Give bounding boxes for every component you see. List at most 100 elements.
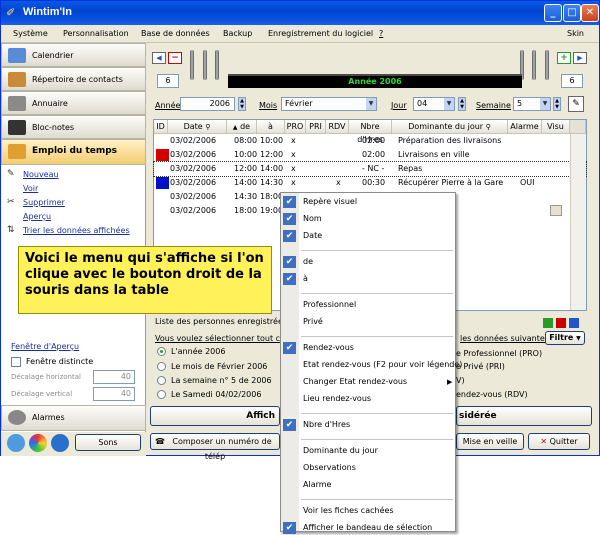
browser-icon[interactable] bbox=[29, 434, 47, 452]
nav-left-arrow-icon[interactable]: ◀ bbox=[152, 52, 166, 64]
context-menu-item[interactable]: Alarme bbox=[281, 478, 455, 492]
context-menu-item[interactable]: Etat rendez-vous (F2 pour voir légende) bbox=[281, 358, 462, 372]
table-row[interactable]: 03/02/2006 10:00 12:00 x 02:00 Livraisons en … bbox=[154, 148, 586, 162]
col-header-id[interactable]: ID bbox=[154, 120, 168, 134]
composer-button[interactable]: ☎ Composer un numéro de télép bbox=[150, 433, 280, 461]
context-menu-item[interactable]: Lieu rendez-vous bbox=[281, 392, 455, 406]
menu-backup[interactable]: Backup bbox=[223, 29, 252, 38]
add-person-icon[interactable] bbox=[543, 318, 553, 328]
year-left-number[interactable]: 6 bbox=[157, 74, 179, 88]
scrollbar-top[interactable] bbox=[570, 120, 586, 134]
context-menu-item[interactable]: ✔ à bbox=[281, 272, 455, 286]
add-icon[interactable]: + bbox=[557, 52, 571, 64]
jour-spinner[interactable]: ▲ ▼ bbox=[458, 97, 466, 111]
col-header-a[interactable]: à bbox=[257, 120, 285, 134]
action-supprimer[interactable]: Supprimer bbox=[23, 198, 65, 207]
action-nouveau[interactable]: Nouveau bbox=[23, 170, 59, 179]
nav-calendrier[interactable]: Calendrier bbox=[1, 43, 146, 67]
cell-alarme: OUI bbox=[520, 178, 535, 187]
period-radio-jour[interactable] bbox=[157, 390, 166, 399]
sons-label: Sons bbox=[98, 438, 118, 447]
context-menu-item[interactable]: ✔ Rendez-vous bbox=[281, 341, 455, 355]
semaine-spinner[interactable]: ▲ ▼ bbox=[553, 97, 561, 111]
period-radio-mois[interactable] bbox=[157, 362, 166, 371]
nav-right-arrow-icon[interactable]: ▶ bbox=[573, 52, 587, 64]
remove-person-icon[interactable] bbox=[556, 318, 566, 328]
col-header-hres[interactable]: Nbre d'Hres bbox=[349, 120, 392, 144]
context-menu-item[interactable]: ✔ Date bbox=[281, 229, 455, 243]
col-header-alarme[interactable]: Alarme bbox=[508, 120, 542, 134]
mois-value: Février bbox=[285, 99, 313, 108]
period-option-mois: Le mois de Février 2006 bbox=[171, 362, 268, 371]
col-header-pro[interactable]: PRO bbox=[285, 120, 306, 134]
table-row[interactable]: 03/02/2006 14:00 14:30 x x 00:30 Récupérer Pie… bbox=[154, 176, 586, 190]
nav-blocnotes[interactable]: Bloc-notes bbox=[1, 115, 146, 139]
nav-emploi-du-temps[interactable]: Emploi du temps bbox=[1, 139, 146, 165]
menu-systeme[interactable]: Système bbox=[13, 29, 48, 38]
annee-input[interactable]: 2006 bbox=[180, 97, 235, 111]
decalage-v-input[interactable]: 40 bbox=[93, 387, 135, 401]
context-menu-item[interactable]: ✔ Nbre d'Hres bbox=[281, 418, 455, 432]
remove-icon[interactable]: − bbox=[168, 52, 182, 64]
context-menu-item[interactable]: ✔ Afficher le bandeau de sélection bbox=[281, 521, 455, 535]
semaine-select[interactable]: 5 ▼ bbox=[513, 97, 551, 111]
filtre-button[interactable]: Filtre ▼ bbox=[545, 331, 585, 345]
col-header-date[interactable]: Date ⚲ bbox=[168, 120, 227, 134]
year-right-number[interactable]: 6 bbox=[561, 74, 583, 88]
menu-skin[interactable]: Skin bbox=[567, 29, 584, 38]
jour-select[interactable]: 04 ▼ bbox=[413, 97, 455, 111]
col-header-de[interactable]: ▲ de bbox=[227, 120, 257, 134]
filter-title: les données suivantes bbox=[460, 334, 549, 343]
maximize-button[interactable]: □ bbox=[563, 4, 581, 22]
table-row[interactable]: 03/02/2006 08:00 10:00 x 02:00 Préparation de… bbox=[154, 134, 586, 148]
nav-annuaire-label: Annuaire bbox=[32, 99, 68, 108]
fenetre-distincte-checkbox[interactable] bbox=[11, 357, 21, 367]
period-radio-semaine[interactable] bbox=[157, 376, 166, 385]
col-header-rdv[interactable]: RDV bbox=[326, 120, 349, 134]
quitter-button[interactable]: ✕ Quitter bbox=[528, 433, 590, 450]
context-menu-item[interactable]: ✔ de bbox=[281, 255, 455, 269]
minimize-button[interactable]: _ bbox=[544, 4, 562, 22]
context-menu-item[interactable]: Dominante du jour bbox=[281, 444, 455, 458]
col-header-dominante[interactable]: Dominante du jour ⚲ bbox=[392, 120, 508, 134]
period-radio-annee[interactable] bbox=[157, 347, 166, 356]
action-apercu[interactable]: Aperçu bbox=[23, 212, 51, 221]
nav-annuaire[interactable]: Annuaire bbox=[1, 91, 146, 115]
context-menu-item[interactable]: Privé bbox=[281, 315, 455, 329]
cell-rdv: x bbox=[336, 178, 341, 187]
consideree-button[interactable]: sidérée bbox=[456, 406, 592, 426]
table-scrollbar[interactable] bbox=[570, 134, 586, 310]
sons-button[interactable]: Sons bbox=[75, 434, 141, 451]
decalage-h-input[interactable]: 40 bbox=[93, 370, 135, 384]
globe-icon[interactable] bbox=[7, 434, 25, 452]
note-icon[interactable] bbox=[550, 205, 562, 216]
menu-separator bbox=[301, 293, 453, 294]
menu-personnalisation[interactable]: Personnalisation bbox=[63, 29, 129, 38]
calendar-edit-icon[interactable]: ✎ bbox=[568, 96, 584, 112]
mois-select[interactable]: Février ▼ bbox=[281, 97, 377, 111]
title-bar[interactable]: ✐ Wintim'In _ □ ✕ bbox=[1, 1, 599, 25]
checkmark-icon: ✔ bbox=[283, 342, 296, 354]
close-button[interactable]: ✕ bbox=[581, 4, 599, 22]
help-icon[interactable] bbox=[51, 434, 69, 452]
col-header-visu[interactable]: Visu bbox=[542, 120, 570, 134]
table-row[interactable]: 03/02/2006 12:00 14:00 x - NC - Repas bbox=[153, 161, 587, 177]
context-menu-item[interactable]: Observations bbox=[281, 461, 455, 475]
annee-spinner[interactable]: ▲ ▼ bbox=[238, 97, 246, 111]
menu-help[interactable]: ? bbox=[379, 29, 383, 38]
action-voir[interactable]: Voir bbox=[23, 184, 38, 193]
mise-en-veille-button[interactable]: Mise en veille bbox=[456, 433, 524, 450]
nav-alarmes[interactable]: Alarmes bbox=[1, 405, 146, 431]
menu-base-de-donnees[interactable]: Base de données bbox=[141, 29, 210, 38]
action-trier[interactable]: Trier les données affichées bbox=[23, 226, 130, 235]
edit-person-icon[interactable] bbox=[569, 318, 579, 328]
afficher-button[interactable]: Affich bbox=[150, 406, 280, 426]
context-menu-item[interactable]: Professionnel bbox=[281, 298, 455, 312]
context-menu-item[interactable]: ✔ Nom bbox=[281, 212, 455, 226]
context-menu-item[interactable]: Voir les fiches cachées bbox=[281, 504, 455, 518]
menu-enregistrement[interactable]: Enregistrement du logiciel bbox=[268, 29, 373, 38]
nav-contacts[interactable]: Répertoire de contacts bbox=[1, 67, 146, 91]
context-menu-item[interactable]: Changer Etat rendez-vous ▶ bbox=[281, 375, 455, 389]
context-menu-item[interactable]: ✔ Repère visuel bbox=[281, 195, 455, 209]
col-header-pri[interactable]: PRI bbox=[306, 120, 326, 134]
